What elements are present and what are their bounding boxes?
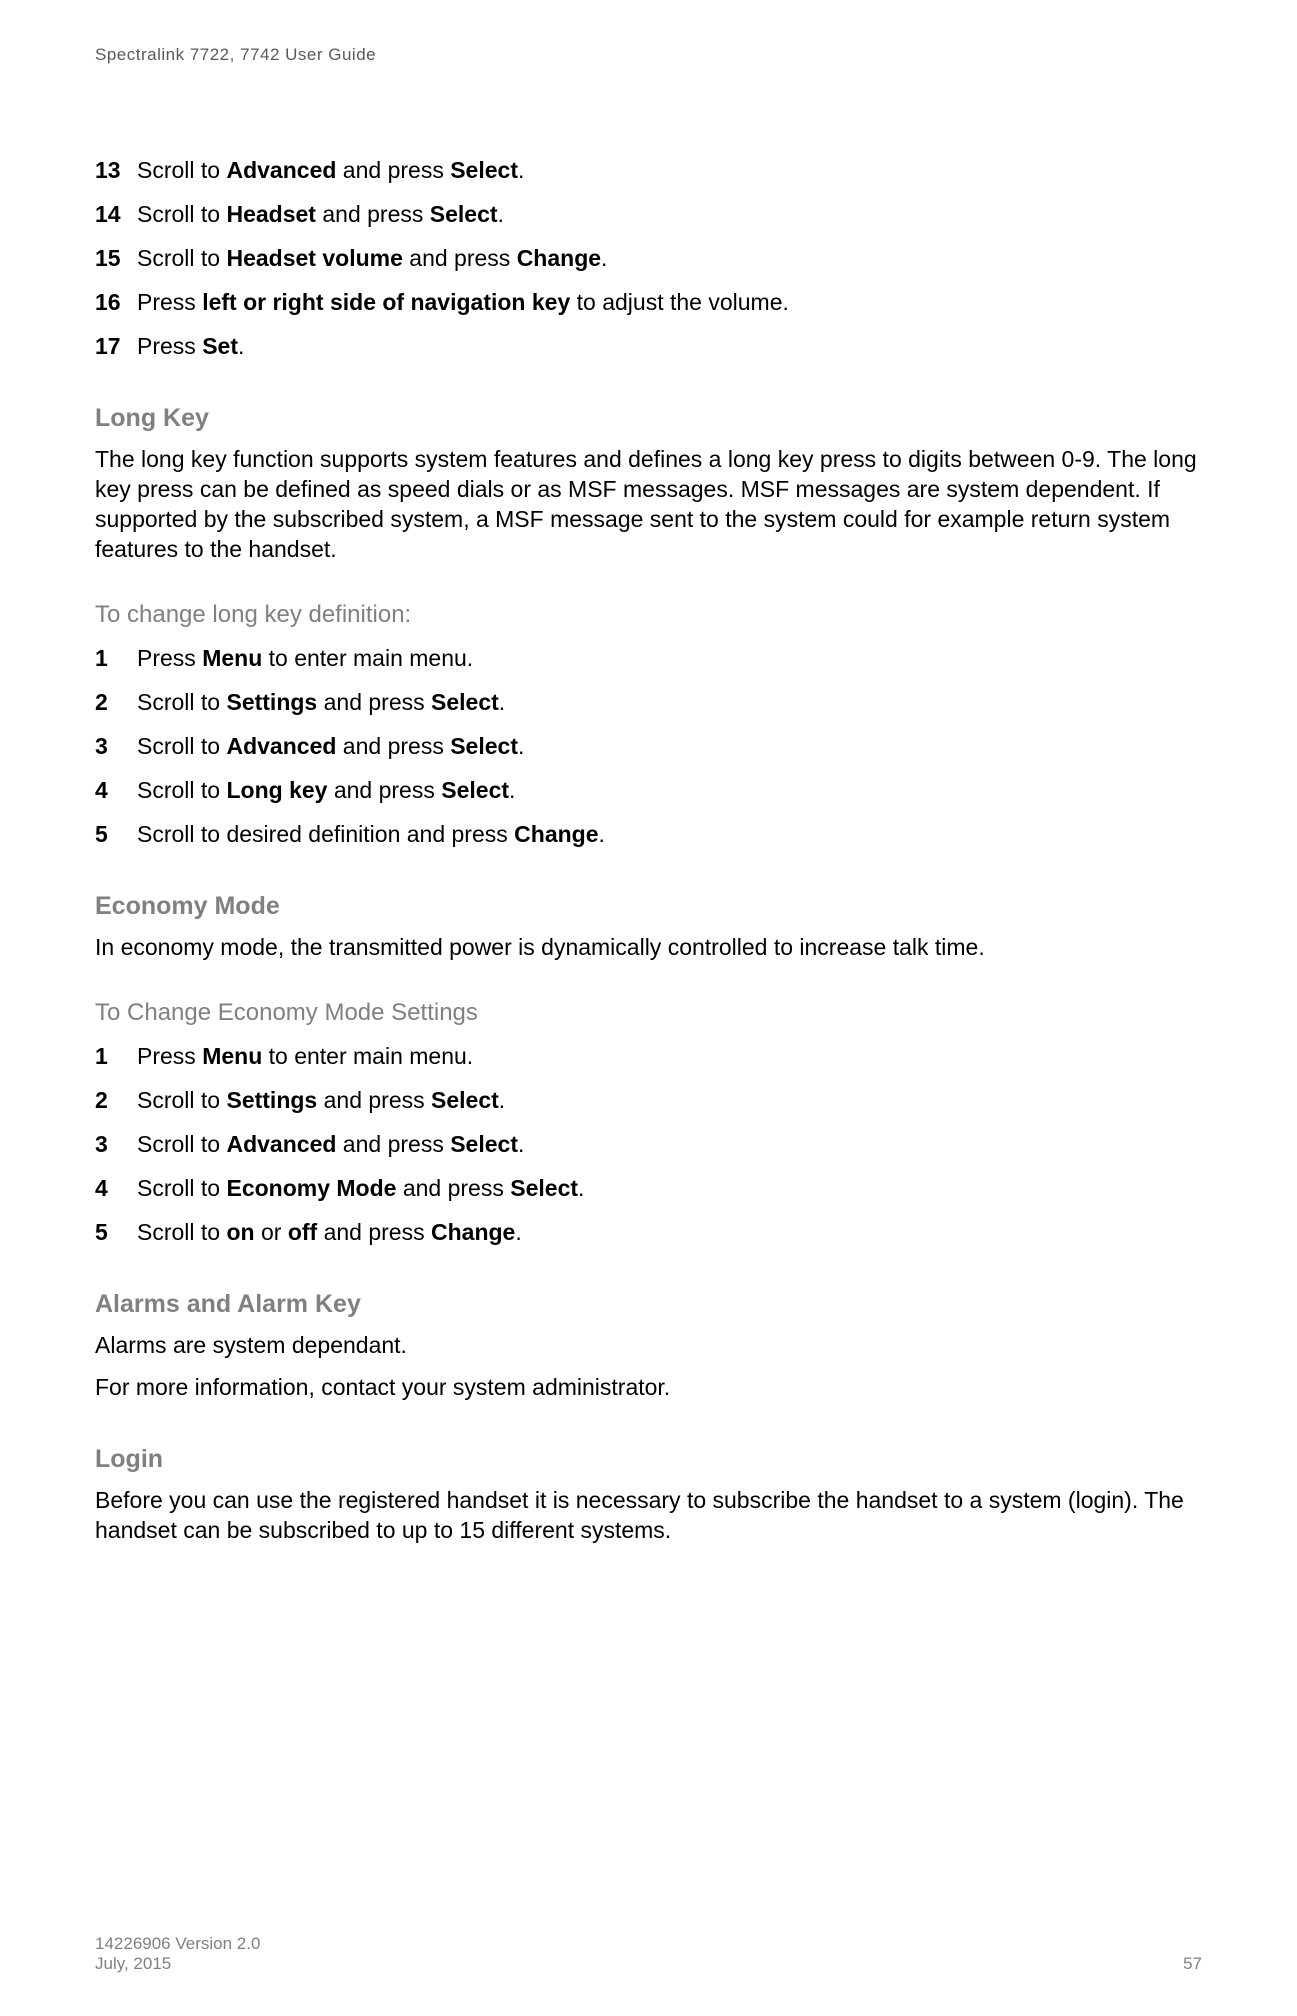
list-item: 4Scroll to Long key and press Select.: [95, 775, 1202, 806]
footer-date: July, 2015: [95, 1954, 260, 1974]
list-item: 5Scroll to desired definition and press …: [95, 819, 1202, 850]
longkey-heading: Long Key: [95, 404, 1202, 433]
economy-subheading: To Change Economy Mode Settings: [95, 999, 1202, 1027]
list-item: 2Scroll to Settings and press Select.: [95, 1085, 1202, 1116]
list-item: 5Scroll to on or off and press Change.: [95, 1217, 1202, 1248]
list-item: 15Scroll to Headset volume and press Cha…: [95, 243, 1202, 274]
list-item: 4Scroll to Economy Mode and press Select…: [95, 1173, 1202, 1204]
steps-continued-list: 13Scroll to Advanced and press Select.14…: [95, 155, 1202, 362]
step-number: 16: [95, 287, 137, 318]
economy-heading: Economy Mode: [95, 892, 1202, 921]
economy-steps-list: 1Press Menu to enter main menu.2Scroll t…: [95, 1041, 1202, 1248]
list-item: 16Press left or right side of navigation…: [95, 287, 1202, 318]
step-number: 5: [95, 819, 137, 850]
step-text: Scroll to Headset volume and press Chang…: [137, 243, 1202, 274]
step-number: 2: [95, 687, 137, 718]
step-text: Scroll to Settings and press Select.: [137, 687, 1202, 718]
step-text: Scroll to Advanced and press Select.: [137, 1129, 1202, 1160]
alarms-heading: Alarms and Alarm Key: [95, 1290, 1202, 1319]
footer-version: 14226906 Version 2.0: [95, 1934, 260, 1954]
step-number: 1: [95, 643, 137, 674]
step-number: 2: [95, 1085, 137, 1116]
longkey-steps-list: 1Press Menu to enter main menu.2Scroll t…: [95, 643, 1202, 850]
step-text: Scroll to Long key and press Select.: [137, 775, 1202, 806]
step-number: 5: [95, 1217, 137, 1248]
economy-para: In economy mode, the transmitted power i…: [95, 933, 1202, 963]
step-number: 17: [95, 331, 137, 362]
step-text: Press Menu to enter main menu.: [137, 1041, 1202, 1072]
longkey-subheading: To change long key definition:: [95, 601, 1202, 629]
footer-page-number: 57: [1183, 1954, 1202, 1974]
page-footer: 14226906 Version 2.0 July, 2015 57: [95, 1934, 1202, 1974]
list-item: 17Press Set.: [95, 331, 1202, 362]
step-number: 3: [95, 731, 137, 762]
step-number: 4: [95, 775, 137, 806]
alarms-para2: For more information, contact your syste…: [95, 1373, 1202, 1403]
step-text: Press left or right side of navigation k…: [137, 287, 1202, 318]
step-number: 14: [95, 199, 137, 230]
step-number: 13: [95, 155, 137, 186]
list-item: 3Scroll to Advanced and press Select.: [95, 1129, 1202, 1160]
step-text: Scroll to Settings and press Select.: [137, 1085, 1202, 1116]
step-text: Scroll to desired definition and press C…: [137, 819, 1202, 850]
login-heading: Login: [95, 1445, 1202, 1474]
alarms-para1: Alarms are system dependant.: [95, 1331, 1202, 1361]
step-number: 4: [95, 1173, 137, 1204]
step-text: Scroll to Advanced and press Select.: [137, 731, 1202, 762]
list-item: 1Press Menu to enter main menu.: [95, 643, 1202, 674]
step-text: Scroll to on or off and press Change.: [137, 1217, 1202, 1248]
step-text: Scroll to Headset and press Select.: [137, 199, 1202, 230]
list-item: 13Scroll to Advanced and press Select.: [95, 155, 1202, 186]
document-header: Spectralink 7722, 7742 User Guide: [95, 45, 1202, 65]
login-para: Before you can use the registered handse…: [95, 1486, 1202, 1546]
step-text: Press Menu to enter main menu.: [137, 643, 1202, 674]
list-item: 3Scroll to Advanced and press Select.: [95, 731, 1202, 762]
step-number: 3: [95, 1129, 137, 1160]
step-text: Scroll to Economy Mode and press Select.: [137, 1173, 1202, 1204]
longkey-para: The long key function supports system fe…: [95, 445, 1202, 565]
step-text: Press Set.: [137, 331, 1202, 362]
step-text: Scroll to Advanced and press Select.: [137, 155, 1202, 186]
step-number: 15: [95, 243, 137, 274]
step-number: 1: [95, 1041, 137, 1072]
list-item: 1Press Menu to enter main menu.: [95, 1041, 1202, 1072]
list-item: 2Scroll to Settings and press Select.: [95, 687, 1202, 718]
list-item: 14Scroll to Headset and press Select.: [95, 199, 1202, 230]
